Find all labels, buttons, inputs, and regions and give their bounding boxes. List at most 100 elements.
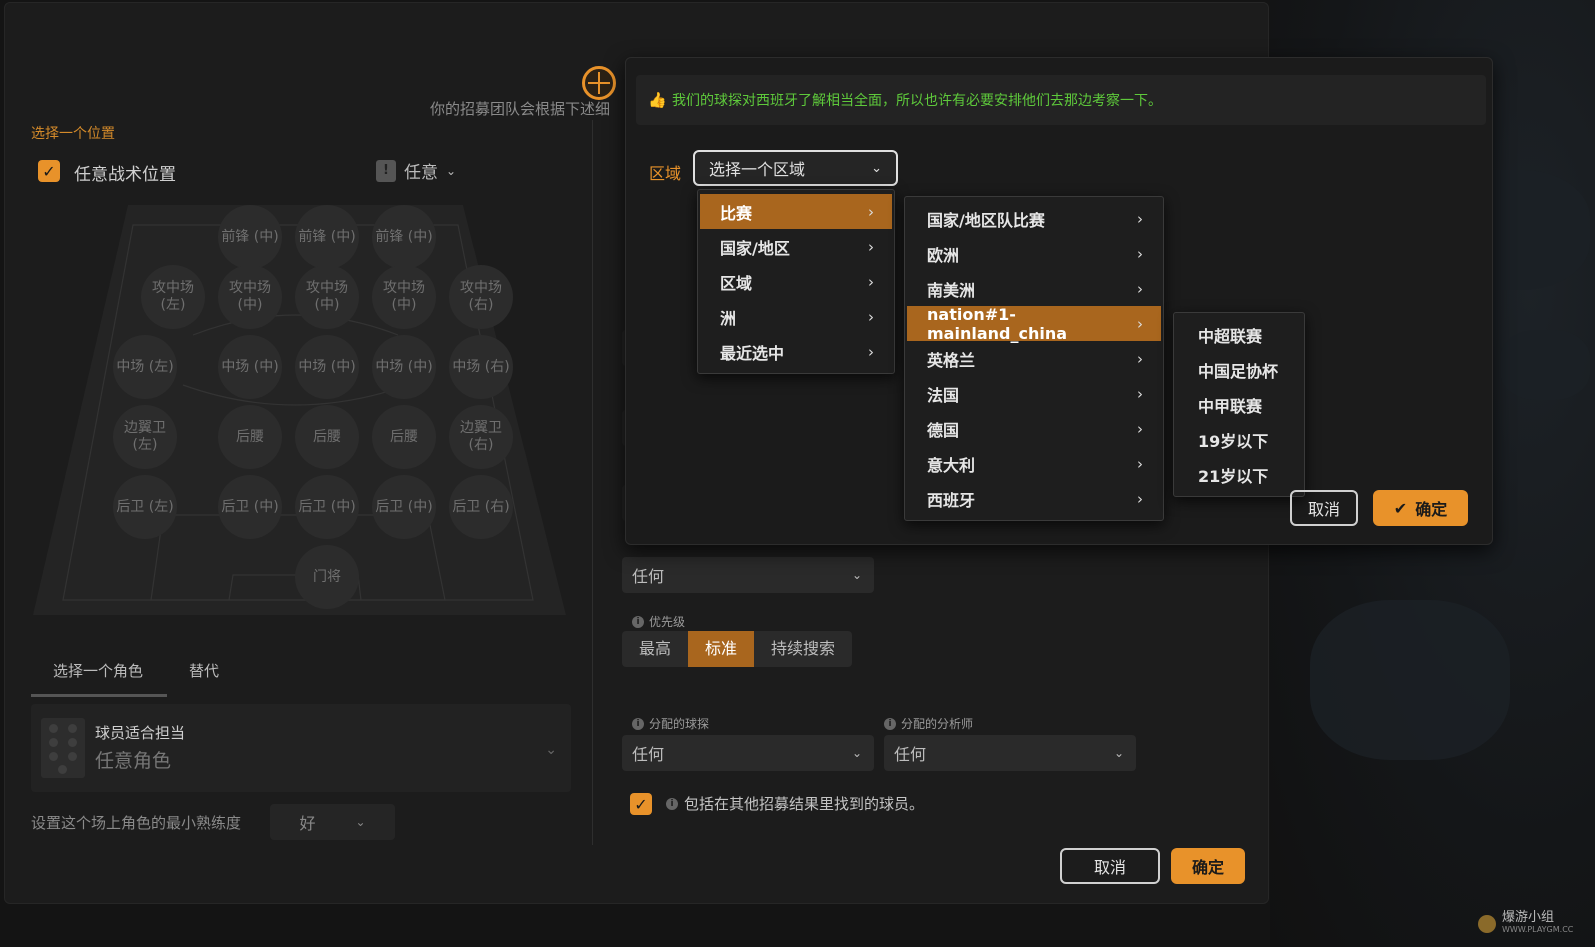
dialog-confirm-label: 确定: [1415, 500, 1448, 519]
priority-label: i 优先级: [632, 613, 685, 630]
region-menu-level3: 中超联赛 中国足协杯 中甲联赛 19岁以下 21岁以下: [1173, 312, 1305, 497]
chevron-right-icon: ›: [868, 272, 874, 291]
pitch-position-node[interactable]: 前锋 (中): [372, 205, 436, 269]
any-dropdown-value: 任意: [404, 163, 438, 183]
chevron-down-icon: ⌄: [545, 742, 557, 758]
region-menu-level1: 比赛 › 国家/地区 › 区域 › 洲 › 最近选中 ›: [697, 189, 895, 374]
pitch-position-node[interactable]: 后卫 (右): [449, 475, 513, 539]
region-dropdown-value: 选择一个区域: [709, 160, 806, 179]
chevron-right-icon: ›: [1137, 454, 1143, 473]
pitch-position-node[interactable]: 攻中场 (左): [141, 265, 205, 329]
pitch-position-node[interactable]: 边翼卫 (左): [113, 405, 177, 469]
tab-select-role[interactable]: 选择一个角色: [53, 660, 143, 681]
chevron-right-icon: ›: [1137, 209, 1143, 228]
chevron-right-icon: ›: [868, 342, 874, 361]
priority-option-continuous[interactable]: 持续搜索: [754, 631, 852, 667]
pitch-position-node[interactable]: 攻中场 (中): [295, 265, 359, 329]
chevron-right-icon: ›: [1137, 314, 1143, 333]
chevron-down-icon: ⌄: [355, 815, 366, 829]
pitch-position-node[interactable]: 后卫 (中): [218, 475, 282, 539]
header-subtitle: 你的招募团队会根据下述细: [430, 100, 611, 118]
menu-item-region[interactable]: 区域 ›: [700, 264, 892, 299]
menu-item-france[interactable]: 法国 ›: [907, 376, 1161, 411]
pitch-position-node[interactable]: 中场 (中): [218, 335, 282, 399]
priority-option-highest[interactable]: 最高: [622, 631, 688, 667]
menu-item-england[interactable]: 英格兰 ›: [907, 341, 1161, 376]
column-divider: [592, 120, 593, 845]
menu-item-u21[interactable]: 21岁以下: [1176, 457, 1302, 492]
menu-item-recent[interactable]: 最近选中 ›: [700, 334, 892, 369]
chevron-down-icon: ⌄: [446, 163, 457, 178]
region-label: 区域: [649, 164, 682, 183]
menu-item-fa-cup[interactable]: 中国足协杯: [1176, 352, 1302, 387]
exclamation-icon: !: [376, 159, 396, 182]
region-menu-level2: 国家/地区队比赛 › 欧洲 › 南美洲 › nation#1-mainland_chi…: [904, 196, 1164, 521]
any-dropdown[interactable]: ! 任意 ⌄: [376, 158, 456, 183]
chevron-right-icon: ›: [1137, 419, 1143, 438]
menu-item-competitions[interactable]: 比赛 ›: [700, 194, 892, 229]
chevron-right-icon: ›: [1137, 384, 1143, 403]
menu-item-italy[interactable]: 意大利 ›: [907, 446, 1161, 481]
pitch-position-node[interactable]: 中场 (中): [295, 335, 359, 399]
thumbs-up-icon: 👍: [648, 91, 667, 109]
priority-option-standard[interactable]: 标准: [688, 631, 755, 667]
filter-dropdown-value: 任何: [632, 567, 665, 586]
menu-item-south-america[interactable]: 南美洲 ›: [907, 271, 1161, 306]
mini-pitch-icon: [41, 718, 85, 778]
pitch-position-node[interactable]: 后腰: [295, 405, 359, 469]
info-icon: i: [632, 615, 644, 628]
scout-dropdown[interactable]: 任何 ⌄: [622, 735, 874, 771]
info-icon: i: [666, 797, 678, 810]
region-dropdown[interactable]: 选择一个区域 ⌄: [693, 150, 898, 186]
pitch-position-node[interactable]: 中场 (右): [449, 335, 513, 399]
pitch-position-node[interactable]: 后卫 (中): [372, 475, 436, 539]
scout-label: i 分配的球探: [632, 715, 709, 732]
pitch-position-node[interactable]: 前锋 (中): [295, 205, 359, 269]
menu-item-continent[interactable]: 洲 ›: [700, 299, 892, 334]
pitch-position-node[interactable]: 前锋 (中): [218, 205, 282, 269]
chevron-down-icon: ⌄: [851, 568, 862, 582]
tab-alternative[interactable]: 替代: [189, 660, 219, 681]
pitch-position-node[interactable]: 攻中场 (中): [218, 265, 282, 329]
chevron-right-icon: ›: [1137, 244, 1143, 263]
active-tab-underline: [31, 694, 167, 697]
include-other-results-checkbox[interactable]: ✓: [630, 793, 652, 815]
pitch-position-node[interactable]: 门将: [295, 545, 359, 609]
role-card[interactable]: 球员适合担当 任意角色 ⌄: [31, 704, 571, 792]
scout-notice-bar: 👍 我们的球探对西班牙了解相当全面，所以也许有必要安排他们去那边考察一下。: [636, 75, 1486, 125]
analyst-label: i 分配的分析师: [884, 715, 973, 732]
chevron-right-icon: ›: [1137, 279, 1143, 298]
menu-item-europe[interactable]: 欧洲 ›: [907, 236, 1161, 271]
filter-dropdown[interactable]: 任何 ⌄: [622, 557, 874, 593]
pitch-position-node[interactable]: 攻中场 (中): [372, 265, 436, 329]
chevron-down-icon: ⌄: [871, 160, 882, 176]
menu-item-csl[interactable]: 中超联赛: [1176, 317, 1302, 352]
pitch-position-node[interactable]: 后腰: [372, 405, 436, 469]
pitch-position-node[interactable]: 边翼卫 (右): [449, 405, 513, 469]
panel-cancel-button[interactable]: 取消: [1060, 848, 1160, 884]
pitch-position-node[interactable]: 中场 (左): [113, 335, 177, 399]
include-label-text: 包括在其他招募结果里找到的球员。: [684, 795, 925, 813]
analyst-dropdown[interactable]: 任何 ⌄: [884, 735, 1136, 771]
pitch-position-node[interactable]: 后腰: [218, 405, 282, 469]
panel-confirm-button[interactable]: 确定: [1171, 848, 1245, 884]
pitch-position-node[interactable]: 中场 (中): [372, 335, 436, 399]
menu-item-u19[interactable]: 19岁以下: [1176, 422, 1302, 457]
scout-notice-text: 我们的球探对西班牙了解相当全面，所以也许有必要安排他们去那边考察一下。: [672, 93, 1162, 109]
any-position-checkbox[interactable]: ✓: [38, 160, 60, 182]
dialog-confirm-button[interactable]: ✔ 确定: [1373, 490, 1468, 526]
menu-item-national-team-competitions[interactable]: 国家/地区队比赛 ›: [907, 201, 1161, 236]
menu-item-league-one[interactable]: 中甲联赛: [1176, 387, 1302, 422]
menu-item-germany[interactable]: 德国 ›: [907, 411, 1161, 446]
menu-item-china[interactable]: nation#1-mainland_china ›: [907, 305, 1161, 343]
menu-item-spain[interactable]: 西班牙 ›: [907, 481, 1161, 516]
pitch-position-node[interactable]: 后卫 (中): [295, 475, 359, 539]
pitch-position-node[interactable]: 攻中场 (右): [449, 265, 513, 329]
min-skill-dropdown[interactable]: 好 ⌄: [270, 804, 395, 840]
scout-target-icon: [582, 66, 616, 100]
analyst-dropdown-value: 任何: [894, 745, 927, 764]
dialog-cancel-button[interactable]: 取消: [1290, 490, 1358, 526]
any-position-label: 任意战术位置: [74, 165, 176, 185]
pitch-position-node[interactable]: 后卫 (左): [113, 475, 177, 539]
menu-item-nation[interactable]: 国家/地区 ›: [700, 229, 892, 264]
